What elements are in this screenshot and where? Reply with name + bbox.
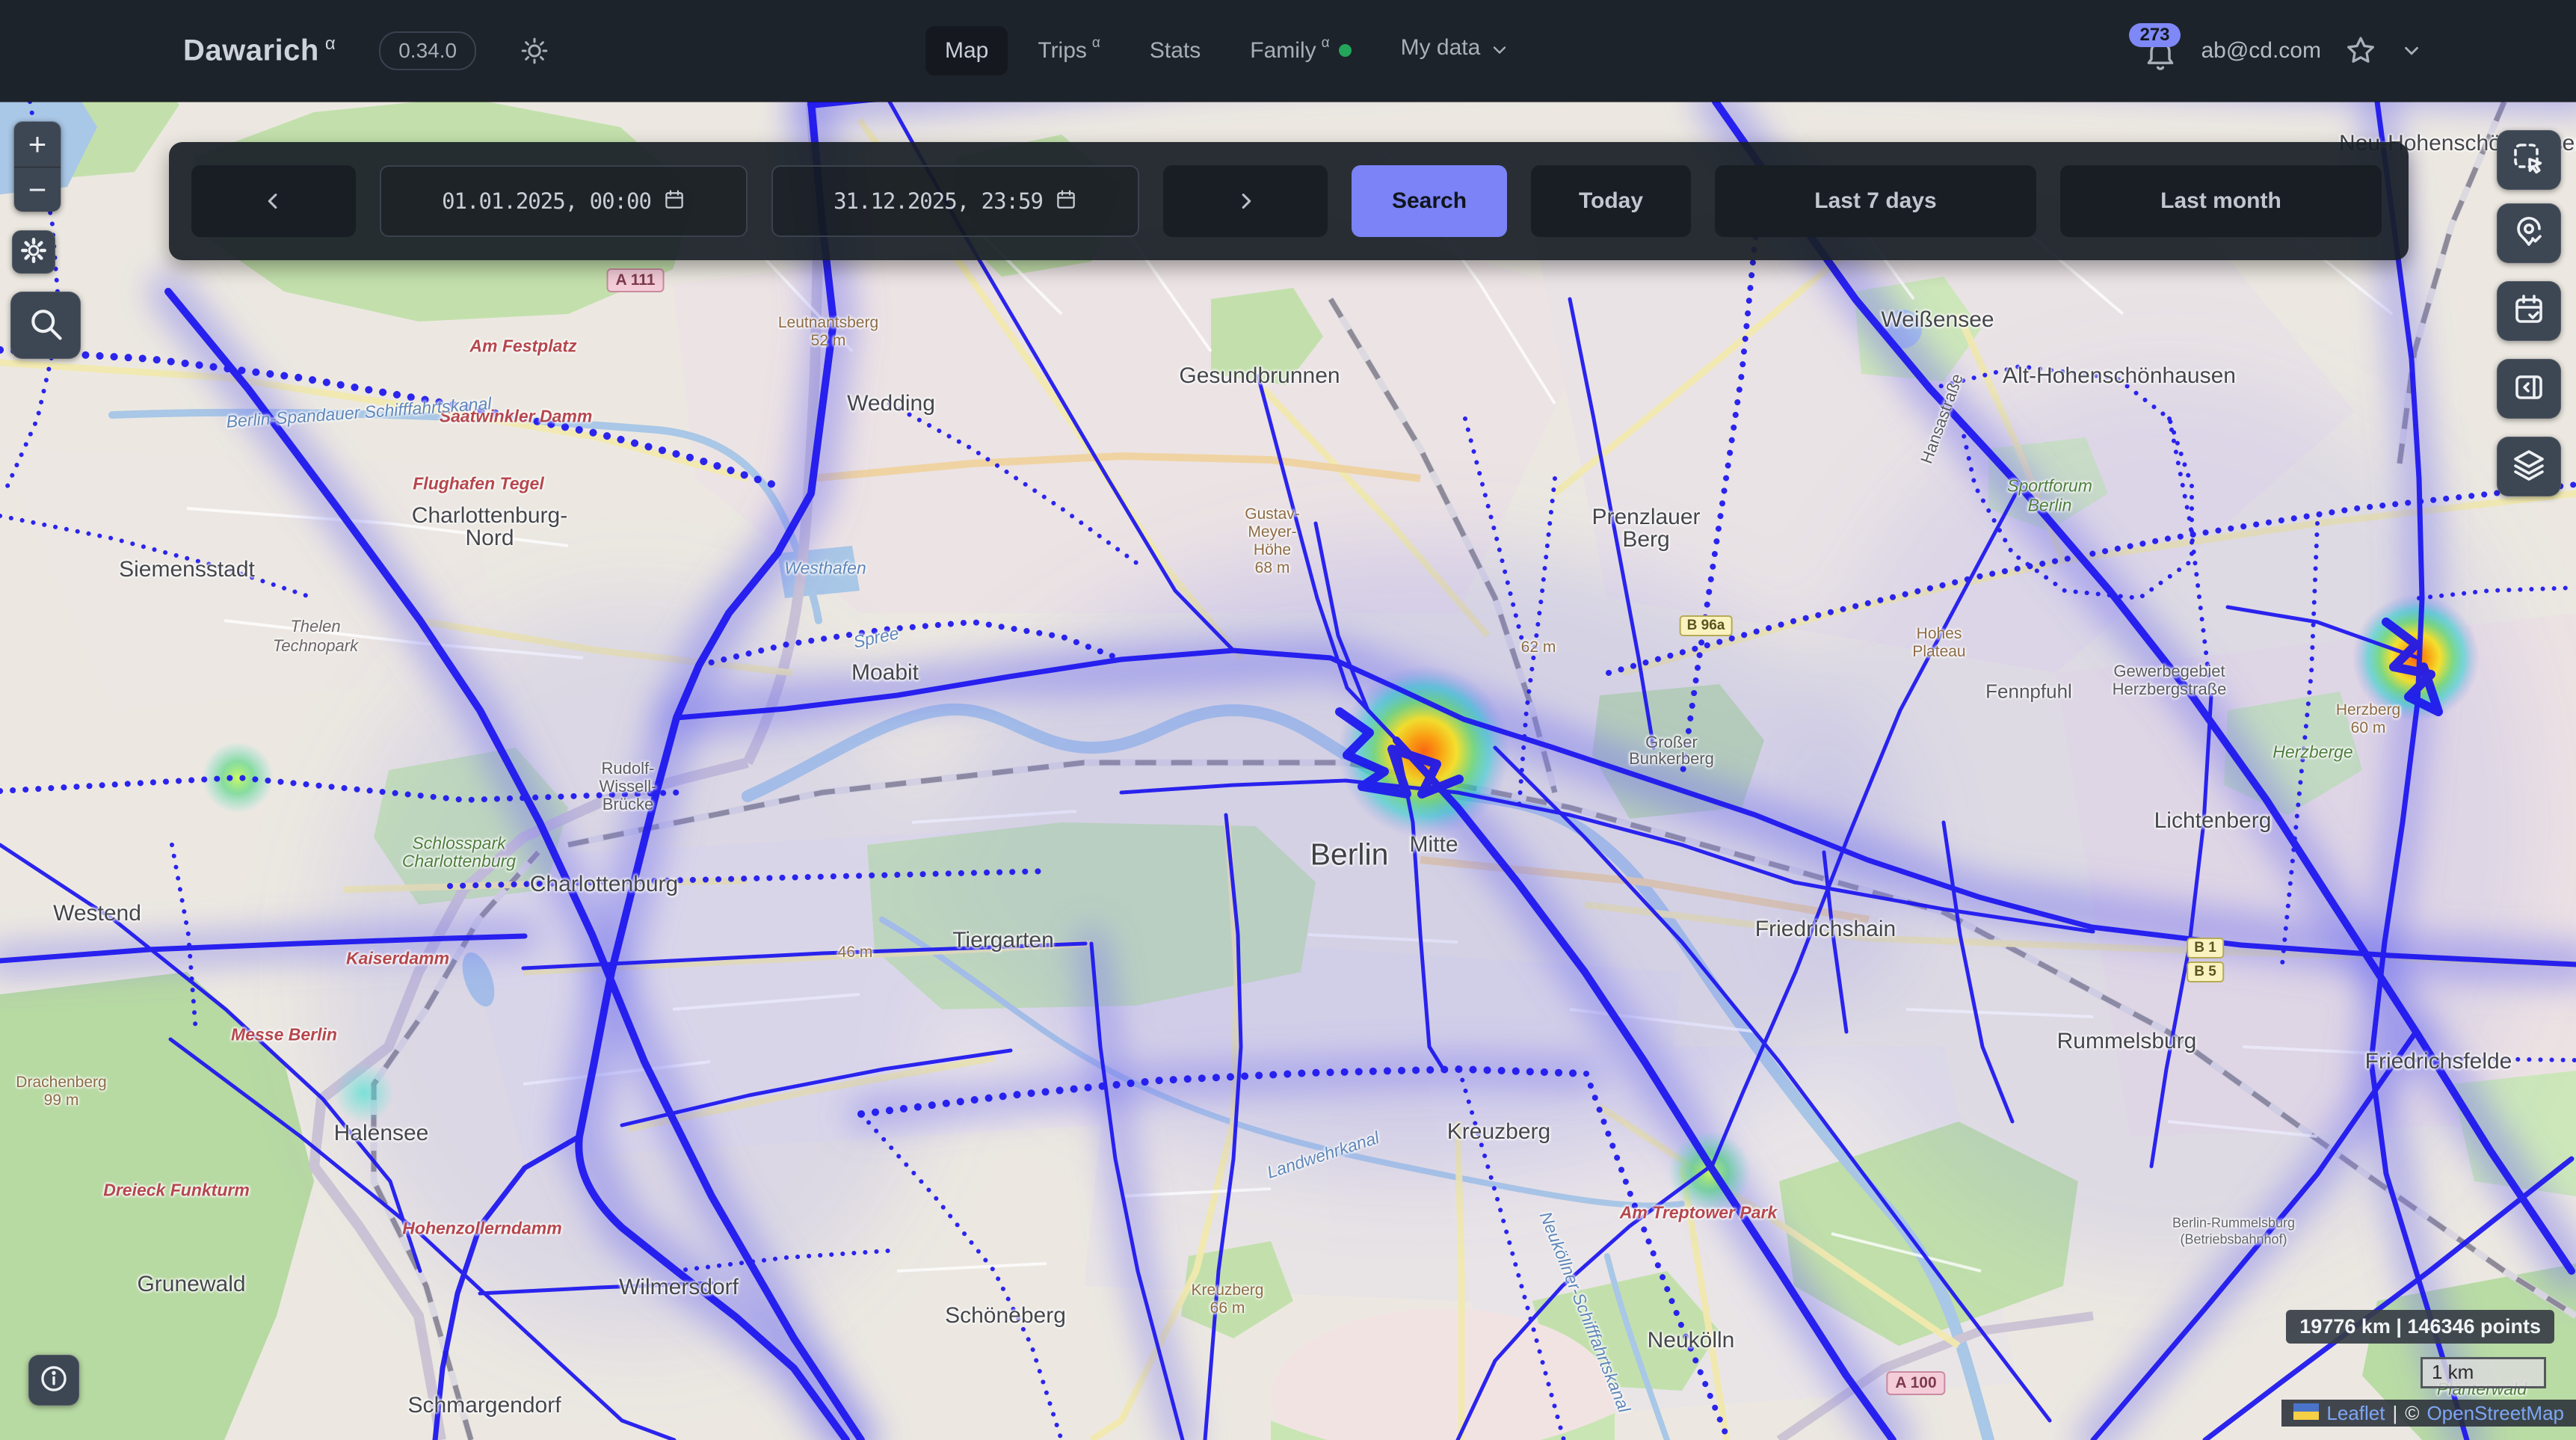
calendar-check-icon — [2511, 292, 2547, 331]
app-logo[interactable]: Dawarichα — [183, 34, 336, 67]
panel-toggle-button[interactable] — [2497, 359, 2561, 419]
tab-trips[interactable]: Tripsα — [1018, 26, 1120, 76]
search-icon — [26, 304, 65, 347]
last-7-days-button[interactable]: Last 7 days — [1715, 165, 2036, 237]
notification-count-badge: 273 — [2129, 23, 2180, 47]
user-menu-chevron-icon[interactable] — [2400, 40, 2423, 62]
zoom-in-button[interactable]: + — [14, 122, 61, 167]
calendar-view-button[interactable] — [2497, 281, 2561, 341]
calendar-icon — [663, 188, 685, 215]
version-badge: 0.34.0 — [379, 31, 476, 70]
search-button[interactable]: Search — [1352, 165, 1507, 237]
end-datetime-input[interactable]: 31.12.2025, 23:59 — [771, 165, 1139, 237]
map-info-button[interactable] — [28, 1355, 79, 1406]
gear-icon — [20, 237, 47, 268]
map-scale-control: 1 km — [2421, 1357, 2546, 1388]
map-settings-button[interactable] — [12, 230, 55, 274]
area-selection-button[interactable] — [2497, 130, 2561, 190]
distance-points-stats: 19776 km | 146346 points — [2286, 1310, 2554, 1344]
layers-button[interactable] — [2497, 437, 2561, 496]
calendar-icon — [1055, 188, 1077, 215]
sidebar-toggle-icon — [2511, 369, 2547, 409]
user-email[interactable]: ab@cd.com — [2201, 38, 2321, 64]
today-button[interactable]: Today — [1531, 165, 1691, 237]
theme-toggle-sun-icon[interactable] — [520, 36, 549, 66]
date-range-toolbar: 01.01.2025, 00:00 31.12.2025, 23:59 Sear… — [169, 142, 2409, 260]
prev-period-button[interactable] — [191, 165, 356, 237]
top-navbar: Dawarichα 0.34.0 Map Tripsα Stats Family… — [0, 0, 2576, 102]
tab-map[interactable]: Map — [925, 26, 1008, 76]
visited-places-button[interactable] — [2497, 203, 2561, 263]
chevron-down-icon — [1489, 40, 1510, 67]
zoom-control: + − — [13, 121, 61, 212]
navbar-left: Dawarichα 0.34.0 — [183, 0, 549, 102]
area-select-icon — [2511, 141, 2547, 180]
next-period-button[interactable] — [1163, 165, 1328, 237]
main-nav: Map Tripsα Stats Familyα My data — [925, 0, 1529, 102]
tab-my-data[interactable]: My data — [1381, 23, 1530, 79]
leaflet-link[interactable]: Leaflet — [2326, 1402, 2385, 1425]
dawarich-app: LSG FlughafenseeAm FestplatzSaatwinkler … — [0, 0, 2576, 1440]
openstreetmap-link[interactable]: OpenStreetMap — [2426, 1402, 2564, 1425]
info-icon — [38, 1363, 70, 1398]
copyright-symbol: © — [2405, 1402, 2419, 1425]
ukraine-flag-icon — [2293, 1402, 2319, 1425]
tab-stats[interactable]: Stats — [1130, 26, 1220, 76]
zoom-out-button[interactable]: − — [14, 167, 61, 212]
notifications-button[interactable]: 273 — [2142, 26, 2178, 76]
start-datetime-input[interactable]: 01.01.2025, 00:00 — [380, 165, 748, 237]
map-search-button[interactable] — [10, 292, 81, 359]
favorite-star-icon[interactable] — [2344, 34, 2378, 68]
map-attribution: Leaflet | © OpenStreetMap — [2281, 1400, 2576, 1427]
family-online-dot — [1339, 44, 1352, 57]
attribution-separator: | — [2393, 1402, 2398, 1425]
last-month-button[interactable]: Last month — [2060, 165, 2382, 237]
tab-family[interactable]: Familyα — [1230, 26, 1370, 76]
navbar-right: 273 ab@cd.com — [2142, 0, 2423, 102]
layers-icon — [2511, 447, 2547, 487]
location-pin-check-icon — [2511, 214, 2547, 253]
